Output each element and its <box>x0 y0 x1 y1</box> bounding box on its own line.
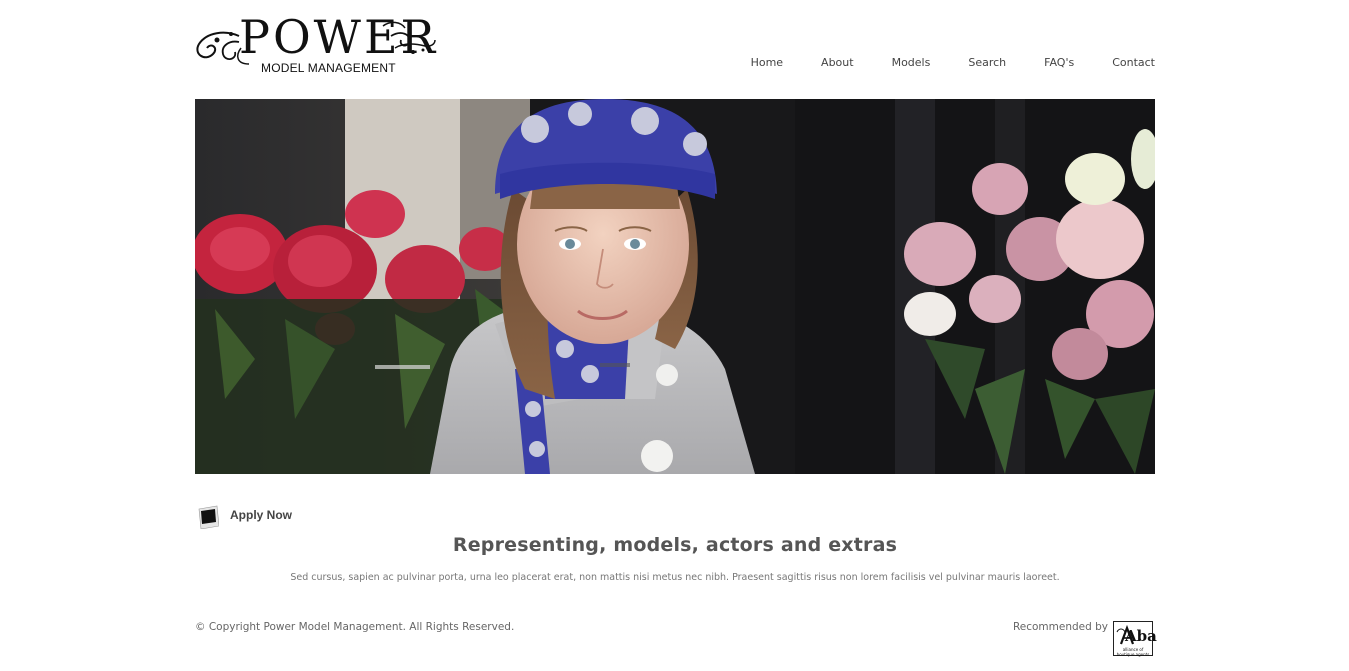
nav-search[interactable]: Search <box>968 56 1006 70</box>
intro-paragraph: Sed cursus, sapien ac pulvinar porta, ur… <box>290 572 1060 583</box>
aba-badge-text: Aba <box>1125 627 1157 645</box>
page-wrapper: POWER MODEL MANAGEMENT Home About Models… <box>195 0 1157 671</box>
nav-faqs[interactable]: FAQ's <box>1044 56 1074 70</box>
copyright-text: © Copyright Power Model Management. All … <box>195 621 515 633</box>
photo-card-icon <box>198 505 219 529</box>
hero-image <box>195 99 1155 474</box>
nav-models[interactable]: Models <box>892 56 931 70</box>
page-headline: Representing, models, actors and extras <box>452 534 898 556</box>
recommended-by-text: Recommended by <box>1012 621 1108 633</box>
aba-badge-subtext: alliance of boutique agents <box>1116 647 1150 657</box>
logo-subtitle: MODEL MANAGEMENT <box>261 61 396 75</box>
apply-now-label: Apply Now <box>230 508 292 522</box>
site-logo[interactable]: POWER MODEL MANAGEMENT <box>195 12 440 76</box>
main-nav: Home About Models Search FAQ's Contact <box>713 56 1155 70</box>
hero-photo <box>195 99 1155 474</box>
nav-contact[interactable]: Contact <box>1112 56 1155 70</box>
aba-badge-logo[interactable]: Aba alliance of boutique agents <box>1113 621 1157 657</box>
nav-home[interactable]: Home <box>751 56 783 70</box>
nav-about[interactable]: About <box>821 56 854 70</box>
logo-wordmark: POWER <box>239 10 439 64</box>
apply-now-link[interactable]: Apply Now <box>195 503 395 533</box>
